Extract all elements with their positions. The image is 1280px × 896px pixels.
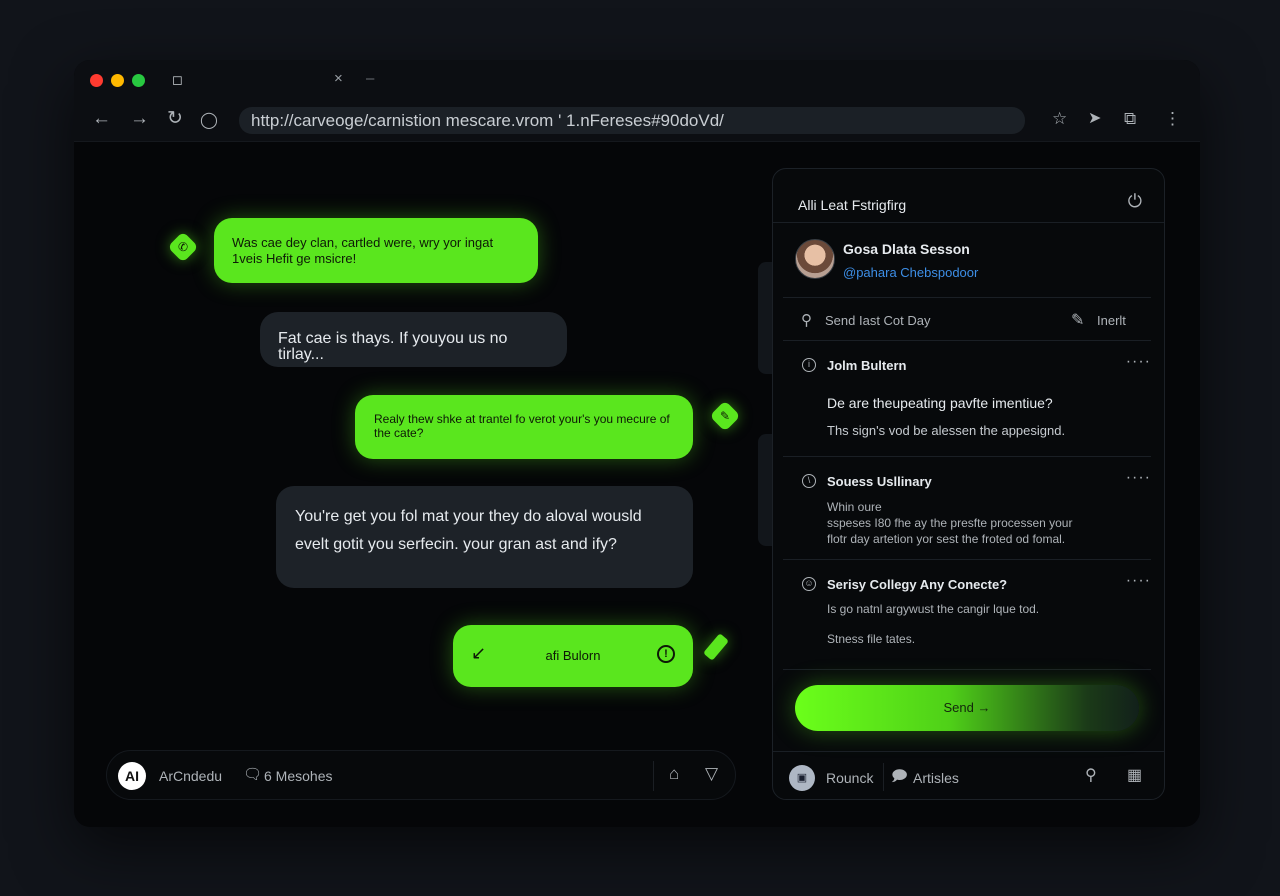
- footer-name[interactable]: Rounck: [826, 770, 873, 786]
- pencil-icon[interactable]: ✎: [1071, 310, 1084, 330]
- message-count: 6 Mesohes: [264, 768, 333, 784]
- section-text: flotr day artetion yor sest the froted o…: [827, 532, 1066, 546]
- user-avatar[interactable]: [795, 239, 835, 279]
- tab-close-icon[interactable]: ×: [334, 70, 343, 87]
- address-bar[interactable]: http://carveoge/carnistion mescare.vrom …: [239, 107, 1025, 134]
- calendar-icon[interactable]: ▦: [1127, 765, 1142, 785]
- phone-tag-icon[interactable]: ✆: [167, 231, 199, 263]
- divider: [653, 761, 654, 791]
- divider: [773, 222, 1164, 223]
- info-icon: i: [802, 358, 816, 372]
- articles-icon: 🗩: [891, 768, 908, 785]
- smiley-icon: ☺: [802, 577, 816, 591]
- search-icon: ⚲: [801, 312, 812, 329]
- section-text: sspeses I80 fhe ay the presfte processen…: [827, 516, 1073, 530]
- forward-arrow-icon[interactable]: →: [130, 108, 149, 130]
- panel-section[interactable]: \ Souess Usllinary ···· Whin oure sspese…: [783, 457, 1151, 560]
- slash-circle-icon: \: [802, 474, 816, 488]
- panel-section[interactable]: i Jolm Bultern ···· De are theupeating p…: [783, 341, 1151, 457]
- search-input[interactable]: Send Iast Cot Day: [825, 313, 931, 328]
- action-bubble-button[interactable]: ↙ afi Bulorn !: [453, 625, 693, 687]
- ai-avatar[interactable]: AI: [118, 762, 146, 790]
- section-title: Serisy Collegy Any Conecte?: [827, 577, 1008, 592]
- side-panel: Alli Leat Fstrigfirg ⏻ Gosa Dlata Sesson…: [772, 168, 1165, 800]
- more-options-icon[interactable]: ····: [1126, 353, 1151, 371]
- panel-title: Alli Leat Fstrigfirg: [798, 197, 907, 213]
- section-text: Is go natnl argywust the cangir lque tod…: [827, 602, 1040, 616]
- divider: [883, 763, 884, 791]
- section-text: De are theupeating pavfte imentiue?: [827, 395, 1053, 411]
- maximize-window-button[interactable]: [132, 74, 145, 87]
- articles-link[interactable]: Artisles: [913, 770, 959, 786]
- browser-window: ◻ × – ← → ↻ ◯ http://carveoge/carnistion…: [74, 60, 1200, 827]
- footer-avatar[interactable]: ▣: [789, 765, 815, 791]
- extension-icon[interactable]: ⧉: [1124, 108, 1136, 130]
- message-bubble-outgoing: Was cae dey clan, cartled were, wry yor …: [214, 218, 538, 283]
- panel-edge-tab[interactable]: [758, 434, 772, 546]
- panel-edge-tab[interactable]: [758, 262, 772, 374]
- reply-tag-icon[interactable]: ✎: [709, 400, 741, 432]
- message-bubble-incoming: You're get you fol mat your they do alov…: [276, 486, 693, 588]
- alert-icon: !: [657, 645, 675, 663]
- user-name: Gosa Dlata Sesson: [843, 241, 970, 257]
- assistant-name: ArCndedu: [159, 768, 223, 784]
- section-title: Jolm Bultern: [827, 358, 907, 373]
- more-options-icon[interactable]: ····: [1126, 469, 1151, 487]
- menu-dots-icon[interactable]: ⋮: [1164, 108, 1181, 130]
- back-arrow-icon[interactable]: ←: [92, 108, 111, 130]
- filter-icon[interactable]: ▽: [705, 764, 718, 784]
- panel-search-bar[interactable]: ⚲ Send Iast Cot Day ✎ Inerlt: [783, 297, 1151, 341]
- navigation-bar: ← → ↻ ◯ http://carveoge/carnistion mesca…: [74, 100, 1200, 142]
- search-icon[interactable]: ⚲: [1085, 765, 1097, 785]
- section-text: Ths sign's vod be alessen the appesignd.: [827, 423, 1066, 438]
- section-title: Souess Usllinary: [827, 474, 932, 489]
- bookmark-star-icon[interactable]: ☆: [1052, 108, 1067, 130]
- insert-button[interactable]: Inerlt: [1097, 313, 1126, 328]
- new-tab-icon[interactable]: –: [366, 70, 374, 87]
- message-bubble-outgoing: Realy thew shke at trantel fo verot your…: [355, 395, 693, 459]
- power-icon[interactable]: ⏻: [1128, 191, 1142, 212]
- more-options-icon[interactable]: ····: [1126, 572, 1151, 590]
- tab-favicon-icon: ◻: [172, 72, 183, 87]
- reload-icon[interactable]: ↻: [167, 108, 183, 130]
- close-window-button[interactable]: [90, 74, 103, 87]
- chat-bottom-bar: AI ArCndedu 🗨 6 Mesohes ⌂ ▽: [106, 750, 736, 800]
- section-text: Stness file tates.: [827, 632, 916, 646]
- pin-tag-icon: [703, 633, 729, 661]
- message-bubble-incoming: Fat cae is thays. If youyou us no tirlay…: [260, 312, 567, 367]
- minimize-window-button[interactable]: [111, 74, 124, 87]
- home-icon[interactable]: ◯: [200, 110, 218, 132]
- section-text: Whin oure: [827, 500, 882, 514]
- send-button[interactable]: Send →: [795, 685, 1139, 731]
- chat-bubble-icon: 🗨: [243, 766, 263, 783]
- home-icon[interactable]: ⌂: [669, 764, 679, 784]
- divider: [773, 751, 1164, 752]
- panel-section[interactable]: ☺ Serisy Collegy Any Conecte? ···· Is go…: [783, 560, 1151, 670]
- share-icon[interactable]: ➤: [1088, 108, 1101, 130]
- user-handle-link[interactable]: @pahara Chebspodoor: [843, 265, 978, 280]
- title-bar: ◻ × –: [74, 60, 1200, 100]
